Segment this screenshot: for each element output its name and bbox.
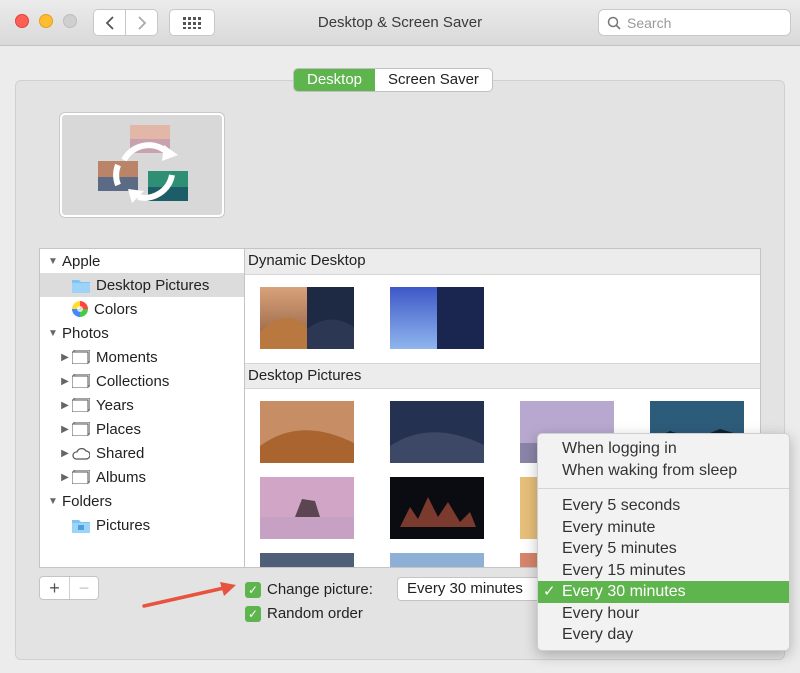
thumbnail-sky[interactable] — [390, 553, 484, 567]
sidebar-item-desktop-pictures[interactable]: Desktop Pictures — [40, 273, 244, 297]
sidebar-item-label: Apple — [62, 252, 101, 270]
photo-stack-icon — [72, 470, 90, 484]
sidebar-item-collections[interactable]: ▶ Collections — [40, 369, 244, 393]
disclosure-collapsed-icon[interactable]: ▶ — [58, 472, 72, 483]
rotating-pictures-icon — [98, 125, 188, 203]
interval-popup[interactable]: Every 30 minutes — [397, 577, 547, 601]
menu-item-when-logging-in[interactable]: When logging in — [538, 438, 789, 460]
sidebar-item-label: Moments — [96, 348, 158, 366]
photo-stack-icon — [72, 422, 90, 436]
disclosure-collapsed-icon[interactable]: ▶ — [58, 424, 72, 435]
sidebar-item-label: Desktop Pictures — [96, 276, 210, 294]
thumbnail-mojave-dynamic[interactable] — [260, 287, 354, 349]
sidebar-item-places[interactable]: ▶ Places — [40, 417, 244, 441]
color-wheel-icon — [72, 301, 88, 317]
desktop-preview[interactable] — [60, 113, 224, 217]
menu-item-every-5-minutes[interactable]: Every 5 minutes — [538, 538, 789, 560]
random-order-label: Random order — [267, 605, 363, 622]
section-header-dynamic-desktop: Dynamic Desktop — [245, 249, 760, 275]
menu-item-every-15-minutes[interactable]: Every 15 minutes — [538, 560, 789, 582]
thumbnail-mojave-day[interactable] — [260, 401, 354, 463]
folder-icon — [72, 279, 90, 293]
sidebar-item-moments[interactable]: ▶ Moments — [40, 345, 244, 369]
disclosure-collapsed-icon[interactable]: ▶ — [58, 400, 72, 411]
disclosure-expanded-icon[interactable]: ▼ — [46, 328, 60, 339]
thumbnail-mojave-night[interactable] — [390, 401, 484, 463]
sidebar-item-albums[interactable]: ▶ Albums — [40, 465, 244, 489]
pictures-folder-icon — [72, 519, 90, 533]
tab-screen-saver[interactable]: Screen Saver — [375, 69, 492, 91]
source-list: ▼ Apple Desktop Pictures Colors ▼ Photos… — [39, 248, 245, 568]
menu-item-label: Every 30 minutes — [562, 583, 686, 600]
thumbnail-rock-lake[interactable] — [260, 477, 354, 539]
menu-item-every-minute[interactable]: Every minute — [538, 517, 789, 539]
sidebar-group-photos[interactable]: ▼ Photos — [40, 321, 244, 345]
sidebar-item-colors[interactable]: Colors — [40, 297, 244, 321]
section-header-desktop-pictures: Desktop Pictures — [245, 363, 760, 389]
random-order-checkbox[interactable]: ✓ Random order — [245, 605, 363, 622]
title-bar: Desktop & Screen Saver — [0, 0, 800, 46]
thumbnail-dusk[interactable] — [260, 553, 354, 567]
add-folder-button[interactable]: + — [40, 577, 69, 599]
sidebar-item-years[interactable]: ▶ Years — [40, 393, 244, 417]
disclosure-collapsed-icon[interactable]: ▶ — [58, 448, 72, 459]
menu-item-every-30-minutes[interactable]: ✓ Every 30 minutes — [538, 581, 789, 603]
sidebar-item-pictures[interactable]: Pictures — [40, 513, 244, 537]
annotation-arrow-icon — [142, 582, 236, 608]
sidebar-item-label: Shared — [96, 444, 145, 462]
add-remove-control: + − — [39, 576, 99, 600]
disclosure-expanded-icon[interactable]: ▼ — [46, 256, 60, 267]
search-field[interactable] — [598, 9, 791, 36]
sidebar-item-label: Pictures — [96, 516, 151, 534]
sidebar-item-label: Photos — [62, 324, 109, 342]
sidebar-item-shared[interactable]: ▶ Shared — [40, 441, 244, 465]
disclosure-expanded-icon[interactable]: ▼ — [46, 496, 60, 507]
photo-stack-icon — [72, 374, 90, 388]
photo-stack-icon — [72, 398, 90, 412]
checkmark-icon: ✓ — [245, 581, 261, 598]
disclosure-collapsed-icon[interactable]: ▶ — [58, 376, 72, 387]
checkmark-icon: ✓ — [543, 583, 556, 600]
interval-menu: When logging in When waking from sleep E… — [537, 433, 790, 651]
menu-item-every-hour[interactable]: Every hour — [538, 603, 789, 625]
photo-stack-icon — [72, 350, 90, 364]
menu-separator — [538, 488, 789, 489]
menu-item-every-5-seconds[interactable]: Every 5 seconds — [538, 495, 789, 517]
sidebar-group-apple[interactable]: ▼ Apple — [40, 249, 244, 273]
menu-item-every-day[interactable]: Every day — [538, 624, 789, 646]
menu-item-when-waking[interactable]: When waking from sleep — [538, 460, 789, 482]
cloud-icon — [72, 448, 90, 460]
sidebar-item-label: Years — [96, 396, 134, 414]
search-input[interactable] — [627, 14, 777, 31]
thumbnail-solar-gradients[interactable] — [390, 287, 484, 349]
sidebar-item-label: Places — [96, 420, 142, 438]
sidebar-group-folders[interactable]: ▼ Folders — [40, 489, 244, 513]
sidebar-item-label: Folders — [62, 492, 113, 510]
tab-bar: Desktop Screen Saver — [293, 68, 493, 92]
disclosure-collapsed-icon[interactable]: ▶ — [58, 352, 72, 363]
search-icon — [607, 16, 621, 30]
remove-folder-button[interactable]: − — [69, 577, 98, 599]
sidebar-item-label: Collections — [96, 372, 170, 390]
tab-desktop[interactable]: Desktop — [294, 69, 376, 91]
sidebar-item-label: Colors — [94, 300, 138, 318]
checkmark-icon: ✓ — [245, 605, 261, 622]
thumbnail-night-rocks[interactable] — [390, 477, 484, 539]
change-picture-label: Change picture: — [267, 581, 373, 598]
change-picture-checkbox[interactable]: ✓ Change picture: — [245, 581, 373, 598]
sidebar-item-label: Albums — [96, 468, 147, 486]
